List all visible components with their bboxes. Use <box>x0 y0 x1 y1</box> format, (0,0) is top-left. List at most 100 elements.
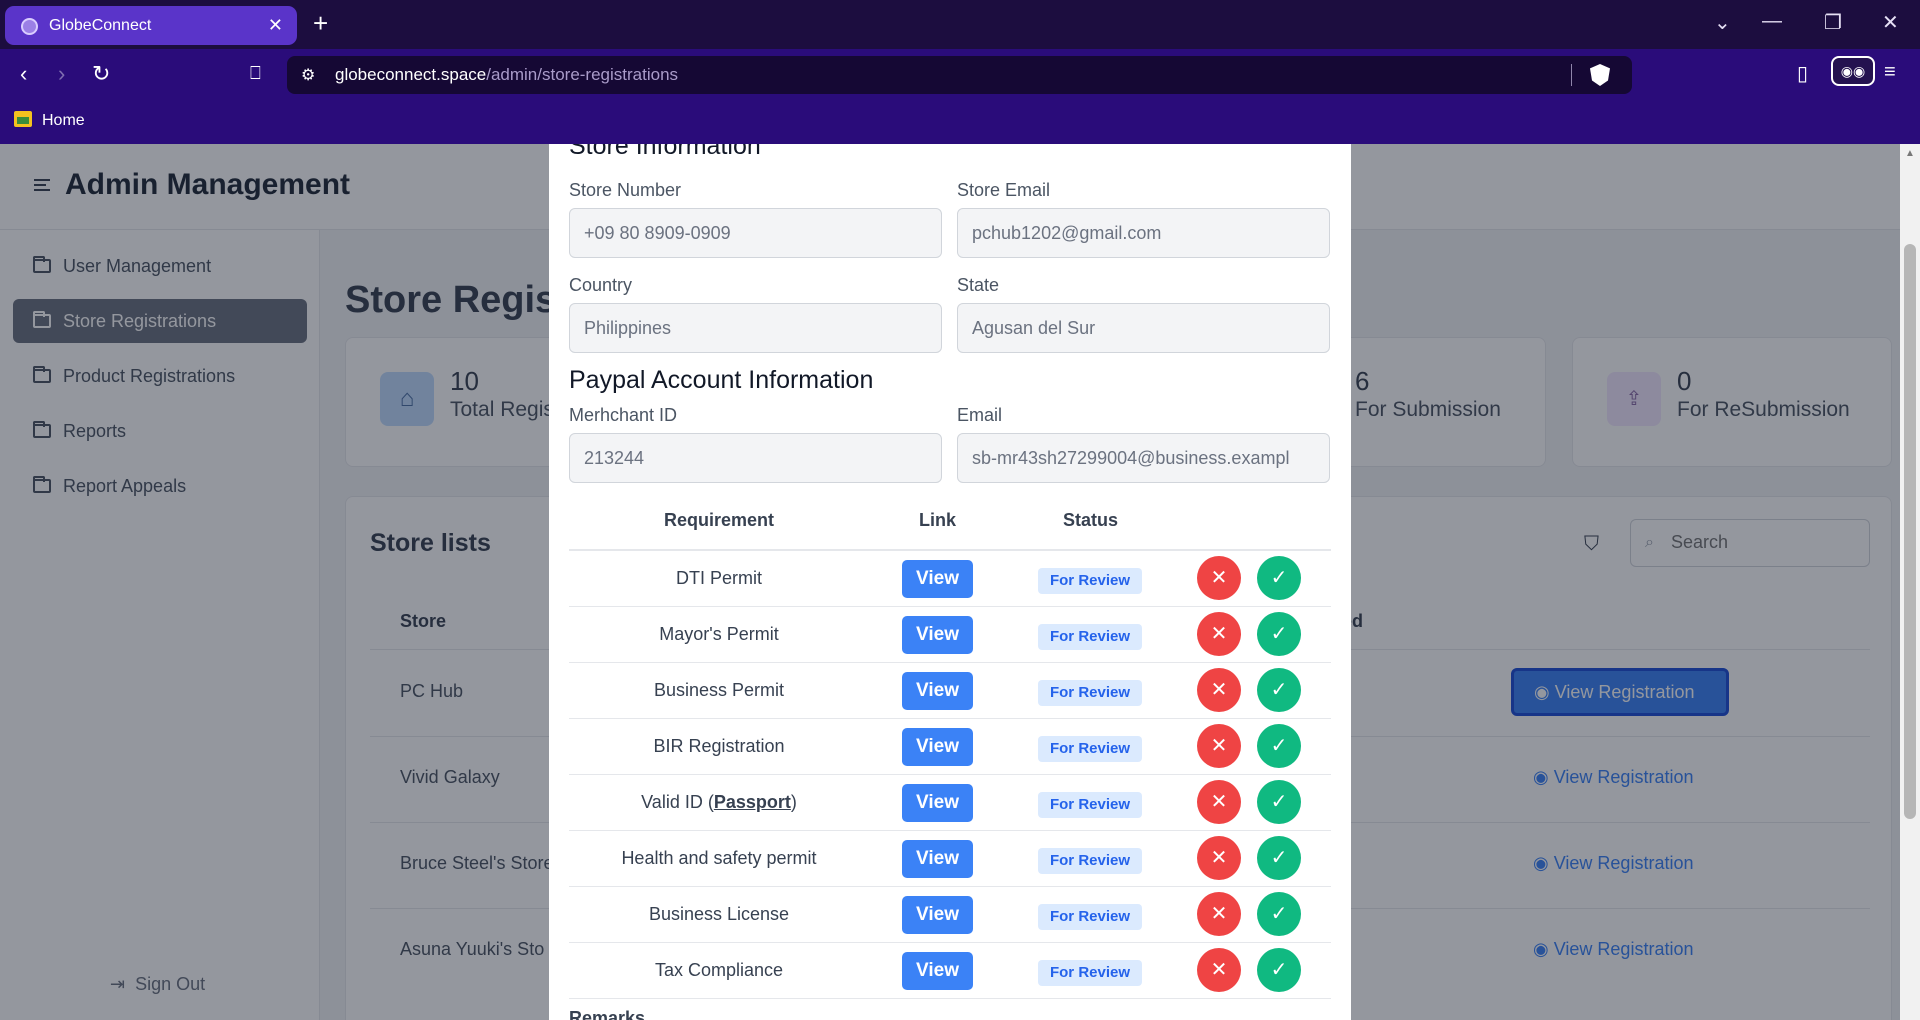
status-badge: For Review <box>1038 624 1142 650</box>
browser-tab[interactable]: GlobeConnect ✕ <box>5 6 297 45</box>
requirement-row: Valid ID (Passport) View For Review ✕ ✓ <box>569 775 1331 831</box>
address-separator <box>1571 64 1572 86</box>
tab-search-icon[interactable]: ⌄ <box>1714 10 1731 35</box>
site-settings-icon[interactable]: ⚙ <box>301 65 315 85</box>
page-scrollbar[interactable]: ▲ <box>1900 144 1920 1020</box>
address-bar[interactable]: ⚙ globeconnect.space/admin/store-registr… <box>287 56 1632 94</box>
approve-button[interactable]: ✓ <box>1257 892 1301 936</box>
paypal-email-label: Email <box>957 405 1003 425</box>
merchant-id-label: Merhchant ID <box>569 405 678 425</box>
restore-icon[interactable]: ❐ <box>1824 10 1842 35</box>
reject-button[interactable]: ✕ <box>1197 948 1241 992</box>
approve-button[interactable]: ✓ <box>1257 836 1301 880</box>
status-badge: For Review <box>1038 904 1142 930</box>
close-icon: ✕ <box>1210 791 1228 813</box>
reject-button[interactable]: ✕ <box>1197 724 1241 768</box>
approve-button[interactable]: ✓ <box>1257 948 1301 992</box>
link-header: Link <box>919 510 957 530</box>
status-badge: For Review <box>1038 792 1142 818</box>
globe-favicon-icon <box>21 18 38 35</box>
status-badge: For Review <box>1038 960 1142 986</box>
close-icon: ✕ <box>1210 567 1228 589</box>
requirement-row: Tax Compliance View For Review ✕ ✓ <box>569 943 1331 999</box>
view-document-button[interactable]: View <box>902 784 973 822</box>
reject-button[interactable]: ✕ <box>1197 668 1241 712</box>
url-text[interactable]: globeconnect.space/admin/store-registrat… <box>335 65 678 85</box>
store-info-title: Store Information <box>569 144 761 160</box>
scroll-up-icon[interactable]: ▲ <box>1905 148 1915 159</box>
reject-button[interactable]: ✕ <box>1197 556 1241 600</box>
registration-modal: Store Information Store Number +09 80 89… <box>549 144 1351 1020</box>
state-field: Agusan del Sur <box>957 303 1330 353</box>
requirement-row: Mayor's Permit View For Review ✕ ✓ <box>569 607 1331 663</box>
check-icon: ✓ <box>1270 735 1288 757</box>
reject-button[interactable]: ✕ <box>1197 612 1241 656</box>
approve-button[interactable]: ✓ <box>1257 724 1301 768</box>
brave-shield-icon[interactable] <box>1590 64 1610 86</box>
check-icon: ✓ <box>1270 959 1288 981</box>
tab-title: GlobeConnect <box>49 17 152 34</box>
view-document-button[interactable]: View <box>902 728 973 766</box>
check-icon: ✓ <box>1270 567 1288 589</box>
approve-button[interactable]: ✓ <box>1257 556 1301 600</box>
private-glasses-icon[interactable]: ◉◉ <box>1831 56 1875 86</box>
reject-button[interactable]: ✕ <box>1197 836 1241 880</box>
close-icon: ✕ <box>1210 847 1228 869</box>
remarks-label: Remarks <box>569 1008 646 1020</box>
view-document-button[interactable]: View <box>902 952 973 990</box>
tab-close-icon[interactable]: ✕ <box>268 15 283 36</box>
scrollbar-thumb[interactable] <box>1904 244 1916 819</box>
check-icon: ✓ <box>1270 623 1288 645</box>
page: Admin Management User Management Store R… <box>0 144 1920 1020</box>
bookmarks-bar: Home <box>0 102 1920 144</box>
country-label: Country <box>569 275 633 295</box>
status-header: Status <box>1063 510 1119 530</box>
browser-tab-bar: GlobeConnect ✕ + ⌄ — ❐ ✕ <box>0 0 1920 49</box>
close-window-icon[interactable]: ✕ <box>1882 10 1899 35</box>
paypal-info-title: Paypal Account Information <box>569 366 874 394</box>
approve-button[interactable]: ✓ <box>1257 668 1301 712</box>
requirement-header: Requirement <box>664 510 775 530</box>
view-document-button[interactable]: View <box>902 840 973 878</box>
forward-icon[interactable]: › <box>58 61 65 87</box>
reload-icon[interactable]: ↻ <box>92 61 110 87</box>
sidebar-toggle-icon[interactable]: ▯ <box>1797 61 1808 86</box>
view-document-button[interactable]: View <box>902 672 973 710</box>
store-number-field: +09 80 8909-0909 <box>569 208 942 258</box>
close-icon: ✕ <box>1210 735 1228 757</box>
approve-button[interactable]: ✓ <box>1257 612 1301 656</box>
minimize-icon[interactable]: — <box>1762 10 1782 33</box>
store-email-label: Store Email <box>957 180 1051 200</box>
view-document-button[interactable]: View <box>902 896 973 934</box>
image-icon <box>14 111 32 127</box>
status-badge: For Review <box>1038 848 1142 874</box>
merchant-id-field: 213244 <box>569 433 942 483</box>
requirement-row: Health and safety permit View For Review… <box>569 831 1331 887</box>
back-icon[interactable]: ‹ <box>20 61 27 87</box>
passport-link[interactable]: Passport <box>714 792 791 812</box>
check-icon: ✓ <box>1270 903 1288 925</box>
reject-button[interactable]: ✕ <box>1197 780 1241 824</box>
check-icon: ✓ <box>1270 847 1288 869</box>
paypal-email-field: sb-mr43sh27299004@business.exampl <box>957 433 1330 483</box>
reject-button[interactable]: ✕ <box>1197 892 1241 936</box>
state-label: State <box>957 275 1000 295</box>
approve-button[interactable]: ✓ <box>1257 780 1301 824</box>
check-icon: ✓ <box>1270 791 1288 813</box>
requirement-row: DTI Permit View For Review ✕ ✓ <box>569 551 1331 607</box>
bookmark-icon[interactable]: ⎕ <box>250 63 261 84</box>
requirement-row: Business License View For Review ✕ ✓ <box>569 887 1331 943</box>
browser-toolbar: ‹ › ↻ ⎕ ⚙ globeconnect.space/admin/store… <box>0 49 1920 102</box>
store-number-label: Store Number <box>569 180 682 200</box>
close-icon: ✕ <box>1210 903 1228 925</box>
status-badge: For Review <box>1038 736 1142 762</box>
view-document-button[interactable]: View <box>902 616 973 654</box>
bookmark-home[interactable]: Home <box>14 111 85 130</box>
close-icon: ✕ <box>1210 959 1228 981</box>
new-tab-button[interactable]: + <box>313 8 328 39</box>
country-field: Philippines <box>569 303 942 353</box>
menu-icon[interactable]: ≡ <box>1884 61 1896 84</box>
check-icon: ✓ <box>1270 679 1288 701</box>
view-document-button[interactable]: View <box>902 560 973 598</box>
status-badge: For Review <box>1038 568 1142 594</box>
